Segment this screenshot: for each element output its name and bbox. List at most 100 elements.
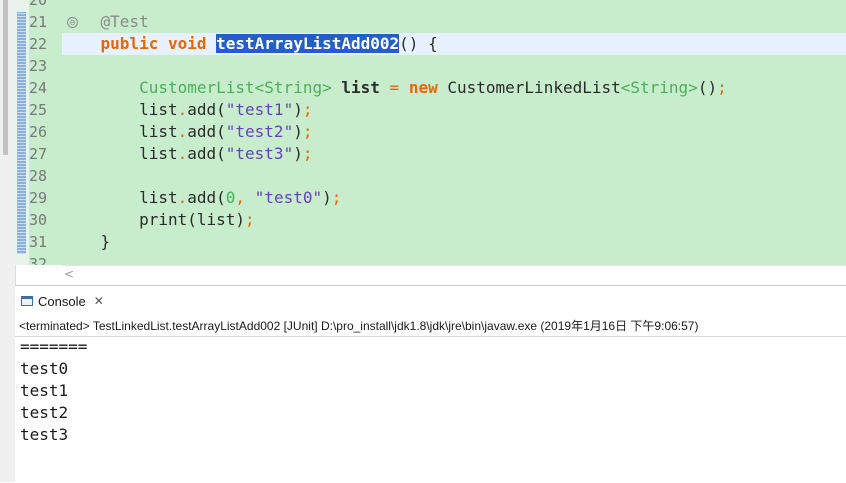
code-area[interactable]: @Test public void testArrayListAdd002() … xyxy=(62,0,846,265)
code-token: list xyxy=(341,78,380,97)
code-token: ; xyxy=(245,210,255,229)
code-line-current[interactable]: public void testArrayListAdd002() { xyxy=(62,33,846,55)
overview-ruler xyxy=(15,0,29,265)
console-icon xyxy=(21,296,33,306)
editor-horizontal-scrollbar[interactable]: < xyxy=(62,265,846,283)
code-token: CustomerList<String> xyxy=(139,78,332,97)
console-output-line: test1 xyxy=(20,381,69,400)
change-marker-bar xyxy=(17,12,26,254)
code-line[interactable] xyxy=(62,0,846,11)
code-token: list xyxy=(139,188,178,207)
code-token: ) xyxy=(322,188,332,207)
console-tab-label: Console xyxy=(38,293,86,309)
console-view: Console ✕ <terminated> TestLinkedList.te… xyxy=(15,285,846,483)
code-token: 0 xyxy=(225,188,236,207)
code-token: ) xyxy=(293,144,303,163)
code-token: add( xyxy=(187,144,226,163)
line-number: 23 xyxy=(29,57,48,75)
console-divider xyxy=(15,336,846,337)
code-token: print(list) xyxy=(139,210,246,229)
code-token: ; xyxy=(302,100,313,119)
code-token: add( xyxy=(187,122,226,141)
code-token: ; xyxy=(302,122,313,141)
code-token: "test2" xyxy=(225,122,294,141)
code-token: ; xyxy=(302,144,313,163)
code-token: . xyxy=(177,122,188,141)
code-token: . xyxy=(177,188,188,207)
tab-console[interactable]: Console ✕ xyxy=(15,288,110,314)
code-token: } xyxy=(100,232,111,251)
console-output[interactable]: ======= test0 test1 test2 test3 xyxy=(20,336,87,446)
code-line[interactable] xyxy=(62,253,846,265)
code-token: . xyxy=(177,100,188,119)
code-line[interactable] xyxy=(62,165,846,187)
code-token: new xyxy=(408,78,438,97)
line-number: 22 xyxy=(29,35,48,53)
code-token: () { xyxy=(399,34,438,53)
code-token: "test1" xyxy=(225,100,294,119)
line-number: 32 xyxy=(29,255,48,265)
code-line[interactable]: list.add("test3"); xyxy=(62,143,846,165)
left-scrollbar-thumb[interactable] xyxy=(3,0,8,155)
line-number: 31 xyxy=(29,233,48,251)
code-line[interactable]: CustomerList<String> list = new Customer… xyxy=(62,77,846,99)
console-output-line: test3 xyxy=(20,425,69,444)
line-number: 25 xyxy=(29,101,48,119)
console-output-line: ======= xyxy=(20,337,88,356)
code-token: <String> xyxy=(620,78,698,97)
code-token: list xyxy=(139,144,178,163)
line-number: 27 xyxy=(29,145,48,163)
code-token: . xyxy=(177,144,188,163)
line-number: 28 xyxy=(29,167,48,185)
line-number: 21 xyxy=(29,13,48,31)
code-token: ) xyxy=(293,100,303,119)
code-line[interactable]: list.add("test1"); xyxy=(62,99,846,121)
code-token: add( xyxy=(187,188,226,207)
code-line[interactable]: list.add(0, "test0"); xyxy=(62,187,846,209)
line-number: 30 xyxy=(29,211,48,229)
close-icon[interactable]: ✕ xyxy=(94,294,104,308)
code-token: list xyxy=(139,122,178,141)
line-number: 29 xyxy=(29,189,48,207)
line-number: 24 xyxy=(29,79,48,97)
code-token: add( xyxy=(187,100,226,119)
code-editor[interactable]: 20 21 ⊖ 22 23 24 25 26 27 28 29 30 31 32 @Test public… xyxy=(15,0,846,265)
code-token: "test3" xyxy=(225,144,294,163)
code-token: , xyxy=(235,188,246,207)
code-token: ; xyxy=(331,188,342,207)
line-number: 20 xyxy=(29,0,48,9)
console-output-line: test2 xyxy=(20,403,69,422)
code-line[interactable] xyxy=(62,55,846,77)
code-line[interactable]: } xyxy=(62,231,846,253)
line-number: 26 xyxy=(29,123,48,141)
code-line[interactable]: list.add("test2"); xyxy=(62,121,846,143)
console-output-line: test0 xyxy=(20,359,69,378)
code-token: @Test xyxy=(62,12,149,31)
console-status-text: <terminated> TestLinkedList.testArrayLis… xyxy=(19,319,699,333)
code-token: void xyxy=(167,34,207,53)
code-line[interactable]: print(list); xyxy=(62,209,846,231)
selected-method-name: testArrayListAdd002 xyxy=(216,34,400,53)
code-token: "test0" xyxy=(254,188,323,207)
code-token: () xyxy=(697,78,718,97)
code-token: CustomerLinkedList xyxy=(447,78,621,97)
code-line[interactable]: @Test xyxy=(62,11,846,33)
code-token: list xyxy=(139,100,178,119)
scroll-left-icon[interactable]: < xyxy=(64,267,74,281)
left-scrollbar[interactable] xyxy=(0,0,16,482)
code-token: = xyxy=(389,78,400,97)
